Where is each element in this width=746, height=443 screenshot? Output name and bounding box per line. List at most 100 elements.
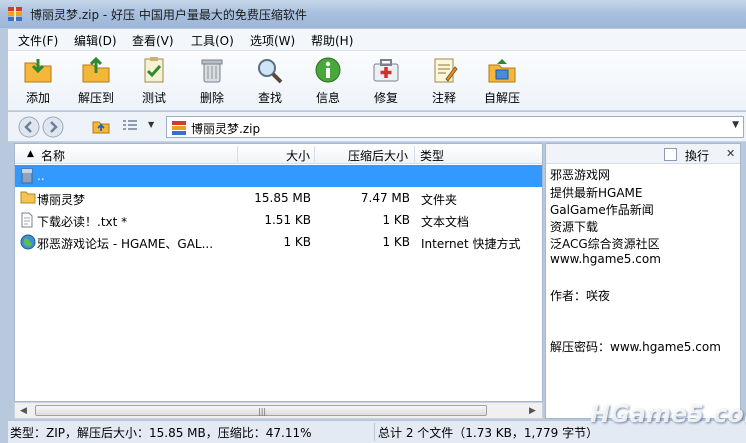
view-mode-icon[interactable]: [122, 119, 138, 133]
menu-view[interactable]: 查看(V): [132, 32, 174, 49]
haozip-app-icon: [8, 7, 22, 21]
internet-shortcut-icon: [20, 234, 36, 250]
file-row[interactable]: 博丽灵梦 15.85 MB 7.47 MB 文件夹: [15, 187, 542, 209]
window-title: 博丽灵梦.zip - 好压 中国用户量最大的免费压缩软件: [30, 8, 307, 22]
comment-line: 邪恶游戏网: [550, 168, 611, 182]
horizontal-scrollbar[interactable]: ◀ ||| ▶: [14, 402, 543, 419]
file-size: 15.85 MB: [254, 191, 311, 205]
menu-options[interactable]: 选项(W): [250, 32, 295, 49]
test-icon: [144, 57, 164, 83]
delete-icon: [201, 59, 223, 83]
sfx-label: 自解压: [483, 91, 520, 105]
menu-tools[interactable]: 工具(O): [191, 32, 234, 49]
file-row-parent[interactable]: ..: [15, 165, 542, 187]
close-comment-icon[interactable]: ✕: [726, 147, 735, 160]
file-name: 下载必读！.txt *: [37, 215, 128, 229]
comment-line: www.hgame5.com: [550, 252, 661, 266]
status-archive-info: 类型：ZIP，解压后大小：15.85 MB，压缩比：47.11%: [10, 426, 312, 440]
column-header: ▲ 名称 大小 压缩后大小 类型: [15, 144, 542, 164]
zip-archive-icon: [172, 121, 186, 135]
find-icon: [258, 59, 283, 84]
comment-line: 解压密码：www.hgame5.com: [550, 340, 721, 354]
extract-to-label: 解压到: [77, 91, 114, 105]
status-total-info: 总计 2 个文件（1.73 KB，1,779 字节）: [378, 426, 599, 440]
file-name: 博丽灵梦: [37, 193, 86, 207]
file-row[interactable]: 下载必读！.txt * 1.51 KB 1 KB 文本文档: [15, 209, 542, 231]
file-size: 1.51 KB: [264, 213, 311, 227]
file-size: 1 KB: [283, 235, 311, 249]
comment-icon: [434, 58, 458, 83]
sfx-button[interactable]: 自解压: [472, 55, 532, 109]
comment-button[interactable]: 注释: [414, 55, 474, 109]
add-label: 添加: [25, 91, 50, 105]
address-bar: ▼ 博丽灵梦.zip ▼: [8, 112, 746, 142]
file-type: Internet 快捷方式: [421, 237, 521, 251]
folder-icon: [20, 191, 36, 204]
delete-label: 删除: [199, 91, 224, 105]
extract-to-button[interactable]: 解压到: [66, 55, 126, 109]
comment-line: 泛ACG综合资源社区: [550, 237, 660, 251]
scrollbar-thumb[interactable]: |||: [35, 405, 487, 416]
wrap-label: 換行: [685, 149, 710, 163]
file-type: 文本文档: [421, 215, 470, 229]
scrollbar-grip-icon: |||: [258, 407, 267, 416]
comment-line: 资源下载: [550, 220, 599, 234]
find-button[interactable]: 查找: [240, 55, 300, 109]
comment-line: GalGame作品新闻: [550, 203, 654, 217]
column-name[interactable]: 名称: [41, 147, 65, 164]
sfx-icon: [488, 59, 516, 83]
info-button[interactable]: 信息: [298, 55, 358, 109]
column-divider: [314, 146, 315, 162]
info-icon: [315, 57, 341, 83]
comment-pane: 換行 ✕ 邪恶游戏网 提供最新HGAME GalGame作品新闻 资源下载 泛A…: [545, 143, 741, 419]
comment-header: 換行 ✕: [546, 144, 740, 164]
add-icon: [24, 59, 52, 83]
back-icon[interactable]: [18, 116, 40, 138]
test-button[interactable]: 测试: [124, 55, 184, 109]
file-row[interactable]: 邪恶游戏论坛 - HGAME、GAL... 1 KB 1 KB Internet…: [15, 231, 542, 253]
address-path-field[interactable]: 博丽灵梦.zip ▼: [166, 116, 744, 138]
address-path-text: 博丽灵梦.zip: [191, 122, 261, 136]
extract-icon: [82, 56, 110, 83]
view-mode-dropdown-icon[interactable]: ▼: [148, 120, 154, 129]
forward-icon[interactable]: [42, 116, 64, 138]
column-divider: [414, 146, 415, 162]
column-divider: [237, 146, 238, 162]
delete-button[interactable]: 删除: [182, 55, 242, 109]
scroll-right-icon[interactable]: ▶: [529, 406, 536, 416]
parent-folder-icon: [21, 168, 33, 184]
menu-help[interactable]: 帮助(H): [311, 32, 353, 49]
menu-file[interactable]: 文件(F): [18, 32, 58, 49]
menu-edit[interactable]: 编辑(D): [74, 32, 117, 49]
text-file-icon: [21, 212, 33, 228]
find-label: 查找: [257, 91, 282, 105]
status-divider: [374, 423, 375, 441]
comment-line: 提供最新HGAME: [550, 186, 643, 200]
wrap-checkbox[interactable]: [664, 148, 677, 161]
file-name: ..: [37, 169, 45, 183]
file-list: ▲ 名称 大小 压缩后大小 类型 .. 博丽灵梦 15.85 MB 7.47 M…: [14, 143, 543, 402]
repair-icon: [373, 59, 399, 82]
menu-bar: 文件(F) 编辑(D) 查看(V) 工具(O) 选项(W) 帮助(H): [8, 29, 746, 51]
up-folder-icon[interactable]: [92, 118, 110, 134]
watermark-logo: HGame5.com: [590, 400, 746, 428]
file-packed-size: 1 KB: [382, 213, 410, 227]
repair-button[interactable]: 修复: [356, 55, 416, 109]
scroll-left-icon[interactable]: ◀: [20, 406, 27, 416]
comment-label: 注释: [431, 91, 456, 105]
comment-line: 作者：咲夜: [550, 289, 611, 303]
file-name: 邪恶游戏论坛 - HGAME、GAL...: [37, 237, 214, 251]
toolbar: 添加 解压到 测试 删除 查找 信息 修复 注释 自解压: [8, 51, 746, 111]
sort-up-icon: ▲: [27, 149, 34, 159]
title-bar: 博丽灵梦.zip - 好压 中国用户量最大的免费压缩软件: [0, 0, 746, 28]
column-type[interactable]: 类型: [420, 147, 444, 164]
test-label: 测试: [141, 91, 166, 105]
file-packed-size: 7.47 MB: [360, 191, 410, 205]
column-packed-size[interactable]: 压缩后大小: [348, 147, 408, 164]
repair-label: 修复: [373, 91, 398, 105]
add-button[interactable]: 添加: [8, 55, 68, 109]
file-packed-size: 1 KB: [382, 235, 410, 249]
address-dropdown-icon[interactable]: ▼: [732, 120, 739, 130]
column-size[interactable]: 大小: [286, 147, 310, 164]
info-label: 信息: [315, 91, 340, 105]
